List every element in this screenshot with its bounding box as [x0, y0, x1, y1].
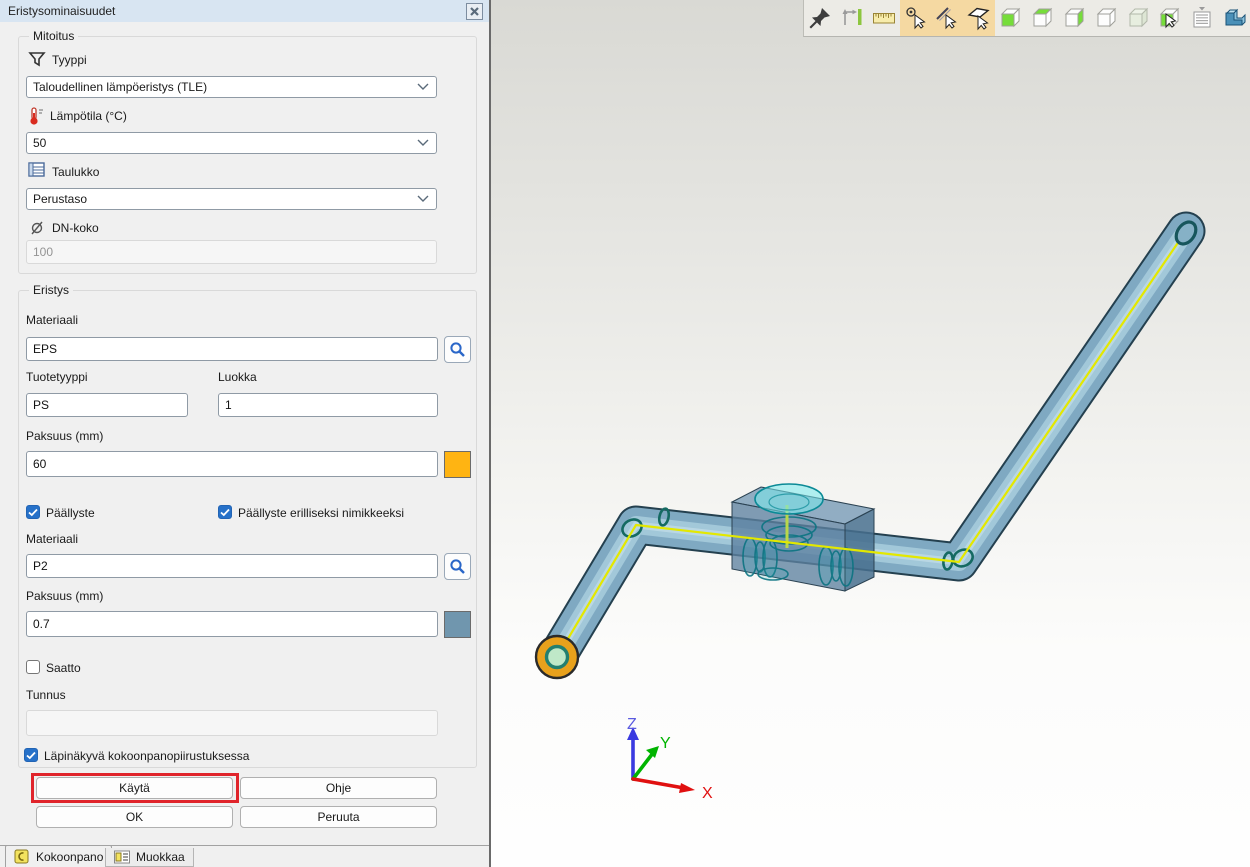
application-window: Eristysominaisuudet Mitoitus Tyyppi Talo… [0, 0, 1250, 867]
chevron-down-icon [417, 139, 429, 147]
paallyste-erilliseksi-checkbox[interactable] [218, 505, 232, 519]
pipe-run [557, 231, 1186, 657]
lampotila-select[interactable]: 50 [26, 132, 437, 154]
pin-icon[interactable] [804, 0, 836, 36]
paallyste-label: Päällyste [46, 506, 95, 520]
luokka-label: Luokka [218, 370, 257, 384]
tuotetyyppi-field[interactable] [26, 393, 188, 417]
taulukko-label: Taulukko [52, 165, 99, 179]
snap-point-icon[interactable] [900, 0, 932, 36]
notes-pin-icon[interactable] [1186, 0, 1218, 36]
pipe-centerline [557, 231, 1186, 657]
view-cube-top-icon[interactable] [1027, 0, 1059, 36]
chevron-down-icon [417, 83, 429, 91]
pipe-end-flange [536, 636, 578, 678]
paallyste-checkbox[interactable] [26, 505, 40, 519]
table-icon [28, 162, 46, 178]
view-cube-front-icon[interactable] [995, 0, 1027, 36]
tab-muokkaa-label: Muokkaa [136, 850, 185, 864]
dnkoko-field [26, 240, 437, 264]
muokkaa-tab-icon [114, 850, 130, 864]
search-icon [449, 558, 466, 575]
materiaali-field[interactable] [26, 337, 438, 361]
snap-plane-icon[interactable] [963, 0, 995, 36]
tunnus-field [26, 710, 438, 736]
tab-kokoonpano[interactable]: Kokoonpano [5, 845, 112, 867]
materiaali2-label: Materiaali [26, 532, 78, 546]
view-cube-side-icon[interactable] [1059, 0, 1091, 36]
group-mitoitus-label: Mitoitus [29, 29, 78, 43]
lapinakyva-checkbox[interactable] [24, 748, 38, 762]
paksuus2-label: Paksuus (mm) [26, 589, 103, 603]
kokoonpano-tab-icon [14, 849, 30, 864]
dnkoko-label: DN-koko [52, 221, 99, 235]
ruler-icon[interactable] [868, 0, 900, 36]
view-cube-pick-icon[interactable] [1154, 0, 1186, 36]
ohje-button[interactable]: Ohje [240, 777, 437, 799]
lapinakyva-label: Läpinäkyvä kokoonpanopiirustuksessa [44, 749, 249, 763]
filter-icon [28, 50, 46, 68]
materiaali2-field[interactable] [26, 554, 438, 578]
kayta-button[interactable]: Käytä [36, 777, 233, 799]
snap-line-icon[interactable] [931, 0, 963, 36]
tyyppi-value: Taloudellinen lämpöeristys (TLE) [33, 80, 207, 94]
lampotila-label: Lämpötila (°C) [50, 109, 127, 123]
chevron-down-icon [417, 195, 429, 203]
tuotetyyppi-label: Tuotetyyppi [26, 370, 88, 384]
temperature-icon [27, 106, 47, 126]
coating-color-swatch[interactable] [444, 611, 471, 638]
axis-z-label: Z [627, 716, 637, 733]
check-icon [26, 751, 36, 760]
lampotila-value: 50 [33, 136, 46, 150]
view-cube-wire-icon[interactable] [1091, 0, 1123, 36]
group-eristys: Eristys [18, 290, 477, 768]
kayta-button-label: Käytä [119, 781, 150, 795]
materiaali-search-button[interactable] [444, 336, 471, 363]
measure-icon[interactable] [836, 0, 868, 36]
dialog-title: Eristysominaisuudet [8, 4, 115, 18]
saatto-label: Saatto [46, 661, 81, 675]
ohje-button-label: Ohje [326, 781, 351, 795]
ok-button[interactable]: OK [36, 806, 233, 828]
snap-view-toolbar [803, 0, 1250, 37]
dialog-titlebar[interactable]: Eristysominaisuudet [0, 0, 489, 22]
ok-button-label: OK [126, 810, 143, 824]
diameter-icon [29, 219, 45, 235]
tab-muokkaa[interactable]: Muokkaa [105, 848, 194, 867]
axis-y-label: Y [660, 735, 671, 752]
saatto-checkbox[interactable] [26, 660, 40, 674]
peruuta-button-label: Peruuta [317, 810, 359, 824]
view-cube-solid-icon[interactable] [1123, 0, 1155, 36]
pipe-model-canvas: Z Y X [491, 0, 1250, 867]
insulation-properties-dialog: Eristysominaisuudet Mitoitus Tyyppi Talo… [0, 0, 489, 867]
axes-labels: Z Y X [627, 716, 713, 802]
search-icon [449, 341, 466, 358]
luokka-field[interactable] [218, 393, 438, 417]
tyyppi-select[interactable]: Taloudellinen lämpöeristys (TLE) [26, 76, 437, 98]
paksuus-field[interactable] [26, 451, 438, 477]
check-icon [220, 508, 230, 517]
close-button[interactable] [466, 3, 483, 20]
close-icon [469, 6, 480, 17]
tunnus-label: Tunnus [26, 688, 66, 702]
viewport-3d[interactable]: Z Y X [491, 0, 1250, 867]
group-mitoitus: Mitoitus [18, 36, 477, 274]
paksuus2-field[interactable] [26, 611, 438, 637]
tyyppi-label: Tyyppi [52, 53, 87, 67]
peruuta-button[interactable]: Peruuta [240, 806, 437, 828]
materiaali2-search-button[interactable] [444, 553, 471, 580]
profile-icon[interactable] [1218, 0, 1250, 36]
taulukko-value: Perustaso [33, 192, 87, 206]
tab-kokoonpano-label: Kokoonpano [36, 850, 103, 864]
taulukko-select[interactable]: Perustaso [26, 188, 437, 210]
insulation-color-swatch[interactable] [444, 451, 471, 478]
axis-x-label: X [702, 785, 713, 802]
materiaali-label: Materiaali [26, 313, 78, 327]
check-icon [28, 508, 38, 517]
group-eristys-label: Eristys [29, 283, 73, 297]
paallyste-erilliseksi-label: Päällyste erilliseksi nimikkeeksi [238, 506, 404, 520]
paksuus-label: Paksuus (mm) [26, 429, 103, 443]
